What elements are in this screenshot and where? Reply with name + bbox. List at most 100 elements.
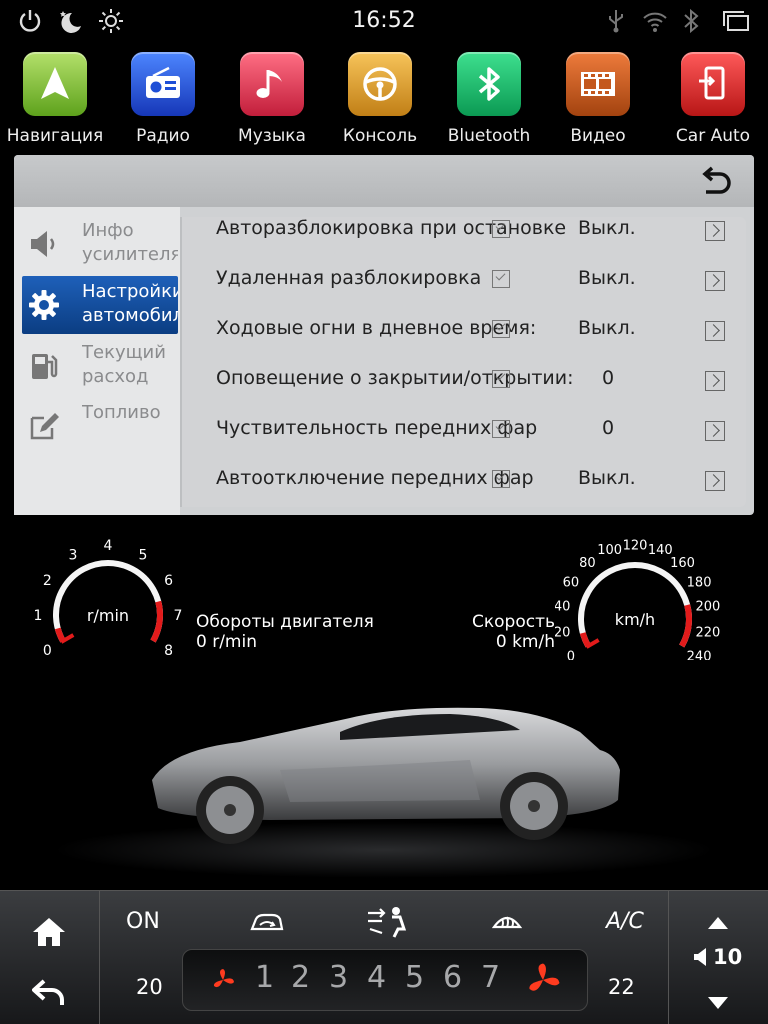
- fan-speed-strip[interactable]: 1 2 3 4 5 6 7: [182, 949, 588, 1011]
- temp-left[interactable]: 20: [136, 975, 163, 999]
- air-recirculation-icon[interactable]: [248, 907, 286, 941]
- navigation-icon: [23, 52, 87, 116]
- gauge-tick-label: 240: [687, 650, 712, 660]
- checkbox-icon[interactable]: [492, 320, 510, 338]
- triangle-up-icon: [708, 917, 728, 929]
- setting-value: Выкл.: [578, 467, 636, 489]
- gauge-tick-label: 6: [164, 573, 173, 589]
- gauge-tick-label: 0: [567, 650, 575, 660]
- gear-icon: [28, 289, 60, 321]
- fan-level[interactable]: 3: [329, 960, 348, 995]
- gauge-tick-label: 40: [555, 600, 570, 615]
- car-image: [54, 707, 714, 878]
- sidebar-item-label: Настройки автомобиля: [82, 281, 178, 326]
- sidebar-item-consumption[interactable]: Текущий расход: [22, 337, 178, 395]
- nav-buttons: [0, 891, 100, 1024]
- speed-gauge: 0 20 40 60 80100 120 140160 180 200 220 240 km/h: [555, 539, 720, 660]
- status-bar: 16:52: [0, 0, 768, 44]
- app-car-auto[interactable]: Car Auto: [658, 52, 768, 146]
- gauge-unit: km/h: [615, 610, 655, 629]
- speed-reading: 0 km/h: [495, 632, 555, 652]
- airflow-mode-icon[interactable]: [364, 905, 410, 943]
- gauge-tick-label: 4: [104, 538, 113, 554]
- rpm-title: Обороты двигателя: [196, 612, 374, 632]
- chevron-right-icon[interactable]: [705, 371, 725, 391]
- sidebar-item-fuel[interactable]: Топливо: [22, 397, 178, 455]
- fan-level[interactable]: 2: [291, 960, 310, 995]
- app-label: Консоль: [342, 126, 418, 146]
- setting-name: Оповещение о закрытии/открытии:: [216, 367, 574, 389]
- app-radio[interactable]: Радио: [108, 52, 218, 146]
- settings-row[interactable]: Авторазблокировка при остановке Выкл.: [182, 217, 746, 255]
- settings-row[interactable]: Автоотключение передних фар Выкл.: [182, 455, 746, 505]
- app-navigation[interactable]: Навигация: [0, 52, 110, 146]
- fan-level[interactable]: 6: [443, 960, 462, 995]
- speaker-icon: [693, 947, 709, 971]
- fuel-pump-icon: [28, 350, 60, 382]
- checkbox-icon[interactable]: [492, 370, 510, 388]
- settings-row[interactable]: Ходовые огни в дневное время: Выкл.: [182, 305, 746, 355]
- wifi-icon: [642, 8, 668, 42]
- back-button[interactable]: [698, 165, 734, 199]
- settings-row[interactable]: Удаленная разблокировка Выкл.: [182, 255, 746, 305]
- climate-power-button[interactable]: ON: [126, 909, 160, 934]
- gauge-tick-label: 5: [139, 547, 148, 563]
- film-icon: [566, 52, 630, 116]
- ac-button[interactable]: A/C: [606, 909, 644, 934]
- fan-level[interactable]: 7: [481, 960, 500, 995]
- fan-level[interactable]: 4: [367, 960, 386, 995]
- triangle-down-icon: [708, 997, 728, 1009]
- gauge-arc-red-high: [679, 604, 692, 648]
- checkbox-icon[interactable]: [492, 220, 510, 238]
- music-icon: [240, 52, 304, 116]
- chevron-right-icon[interactable]: [705, 271, 725, 291]
- gauge-arc-red-low: [54, 627, 66, 643]
- back-arrow-icon[interactable]: [32, 977, 66, 1011]
- gauge-tick-label: 140: [648, 543, 673, 558]
- app-console[interactable]: Консоль: [325, 52, 435, 146]
- checkbox-icon[interactable]: [492, 270, 510, 288]
- gauge-tick-label: 100: [597, 543, 622, 558]
- app-bluetooth[interactable]: Bluetooth: [434, 52, 544, 146]
- checkbox-icon[interactable]: [492, 420, 510, 438]
- car-settings-panel: Инфо усилителя Настройки автомобиля Теку…: [14, 155, 754, 515]
- fan-low-icon[interactable]: [211, 968, 235, 996]
- gauge-tick-label: 0: [43, 643, 52, 659]
- temp-right[interactable]: 22: [608, 975, 635, 999]
- settings-list: Авторазблокировка при остановке Выкл. Уд…: [180, 217, 746, 507]
- fan-level[interactable]: 5: [405, 960, 424, 995]
- home-icon[interactable]: [32, 915, 66, 953]
- gauge-arc: [53, 560, 163, 643]
- chevron-right-icon[interactable]: [705, 471, 725, 491]
- settings-row[interactable]: Оповещение о закрытии/открытии: 0: [182, 355, 746, 405]
- sidebar-item-amplifier[interactable]: Инфо усилителя: [22, 215, 178, 273]
- chevron-right-icon[interactable]: [705, 221, 725, 241]
- fan-high-icon[interactable]: [525, 962, 561, 1002]
- fan-level[interactable]: 1: [255, 960, 274, 995]
- setting-name: Чуствительность передних фар: [216, 417, 538, 439]
- app-label: Видео: [570, 126, 626, 146]
- app-video[interactable]: Видео: [543, 52, 653, 146]
- gauge-arc-red-high: [150, 600, 163, 643]
- climate-control-bar: ON A/C 20 1 2 3 4 5 6 7 22 10: [0, 890, 768, 1024]
- gauge-tick-label: 120: [623, 539, 648, 554]
- volume-down-button[interactable]: [707, 995, 729, 1014]
- chevron-right-icon[interactable]: [705, 421, 725, 441]
- bluetooth-icon: [457, 52, 521, 116]
- gauge-arc: [578, 562, 692, 648]
- chevron-right-icon[interactable]: [705, 321, 725, 341]
- gauge-tick-label: 200: [695, 600, 720, 615]
- gauge-tick-label: 2: [43, 573, 52, 589]
- settings-row[interactable]: Чуствительность передних фар 0: [182, 405, 746, 455]
- speed-caption: Скорость 0 km/h: [430, 612, 555, 652]
- speed-title: Скорость: [472, 612, 555, 632]
- volume-up-button[interactable]: [707, 915, 729, 934]
- sidebar-item-car-settings[interactable]: Настройки автомобиля: [22, 276, 178, 334]
- checkbox-icon[interactable]: [492, 470, 510, 488]
- app-music[interactable]: Музыка: [217, 52, 327, 146]
- recent-apps-icon[interactable]: [722, 8, 750, 42]
- gauge-tick-label: 20: [555, 625, 570, 640]
- windshield-defrost-icon[interactable]: [491, 907, 523, 941]
- edit-note-icon: [28, 410, 60, 442]
- gauge-tick-label: 1: [34, 608, 43, 624]
